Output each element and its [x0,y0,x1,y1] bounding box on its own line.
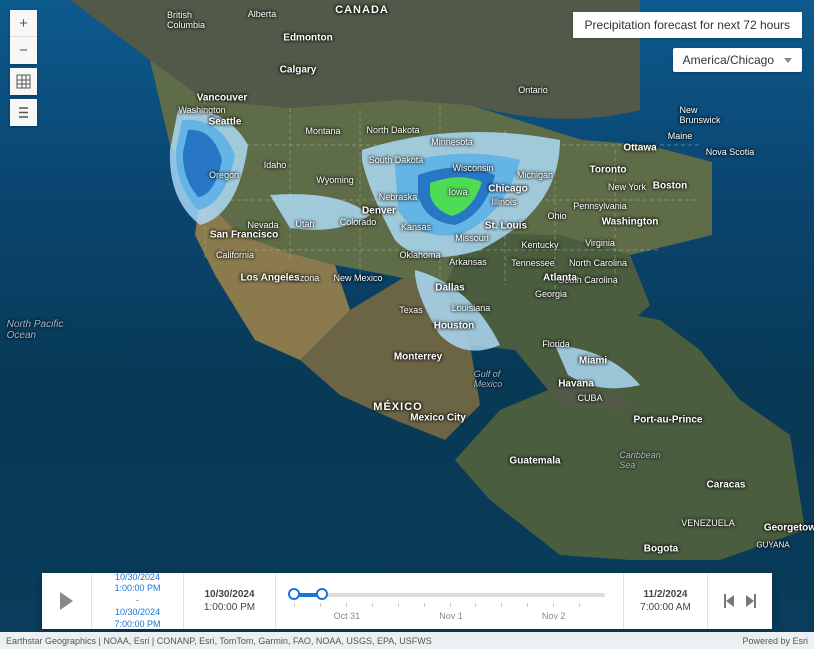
attribution-bar: Earthstar Geographics | NOAA, Esri | CON… [0,632,814,649]
info-box: Precipitation forecast for next 72 hours [573,12,802,38]
play-icon [60,592,73,610]
time-range-display: 10/30/2024 1:00:00 PM - 10/30/2024 7:00:… [92,573,184,629]
track-labels: Oct 31 Nov 1 Nov 2 [294,611,605,621]
range-start-date: 10/30/2024 [115,572,160,584]
slider-track[interactable]: Oct 31 Nov 1 Nov 2 [276,573,624,629]
timezone-dropdown[interactable]: America/Chicago [673,48,802,72]
basemap-icon [16,74,31,89]
timezone-value: America/Chicago [683,53,774,67]
chevron-down-icon [784,58,792,63]
step-controls [708,573,772,629]
bar-icon [754,594,756,608]
current-date: 10/30/2024 [204,588,254,601]
zoom-group: + − [10,10,37,64]
current-time-display: 10/30/2024 1:00:00 PM [184,573,276,629]
tick-label: Oct 31 [334,611,361,621]
tick-label: Nov 2 [542,611,566,621]
range-separator: - [136,595,139,607]
end-time-display: 11/2/2024 7:00:00 AM [624,573,708,629]
end-date: 11/2/2024 [644,588,688,601]
toolbar: + − [10,10,37,126]
triangle-left-icon [726,595,734,607]
end-time: 7:00:00 AM [640,601,691,614]
range-end-date: 10/30/2024 [115,607,160,619]
current-time: 1:00:00 PM [204,601,255,614]
triangle-right-icon [746,595,754,607]
step-back-button[interactable] [724,594,734,608]
play-button[interactable] [42,573,92,629]
zoom-out-button[interactable]: − [10,37,37,64]
range-start-time: 1:00:00 PM [114,583,160,595]
map-container[interactable] [0,0,814,649]
list-icon [16,105,31,120]
attribution-left: Earthstar Geographics | NOAA, Esri | CON… [6,636,432,646]
range-end-time: 7:00:00 PM [114,619,160,631]
slider-handle-end[interactable] [316,588,328,600]
zoom-in-button[interactable]: + [10,10,37,37]
step-forward-button[interactable] [746,594,756,608]
legend-button[interactable] [10,99,37,126]
tick-label: Nov 1 [439,611,463,621]
basemap-button[interactable] [10,68,37,95]
track-line [294,593,605,597]
time-slider: 10/30/2024 1:00:00 PM - 10/30/2024 7:00:… [42,573,772,629]
attribution-right: Powered by Esri [742,636,808,646]
slider-handle-start[interactable] [288,588,300,600]
map-svg [0,0,814,649]
